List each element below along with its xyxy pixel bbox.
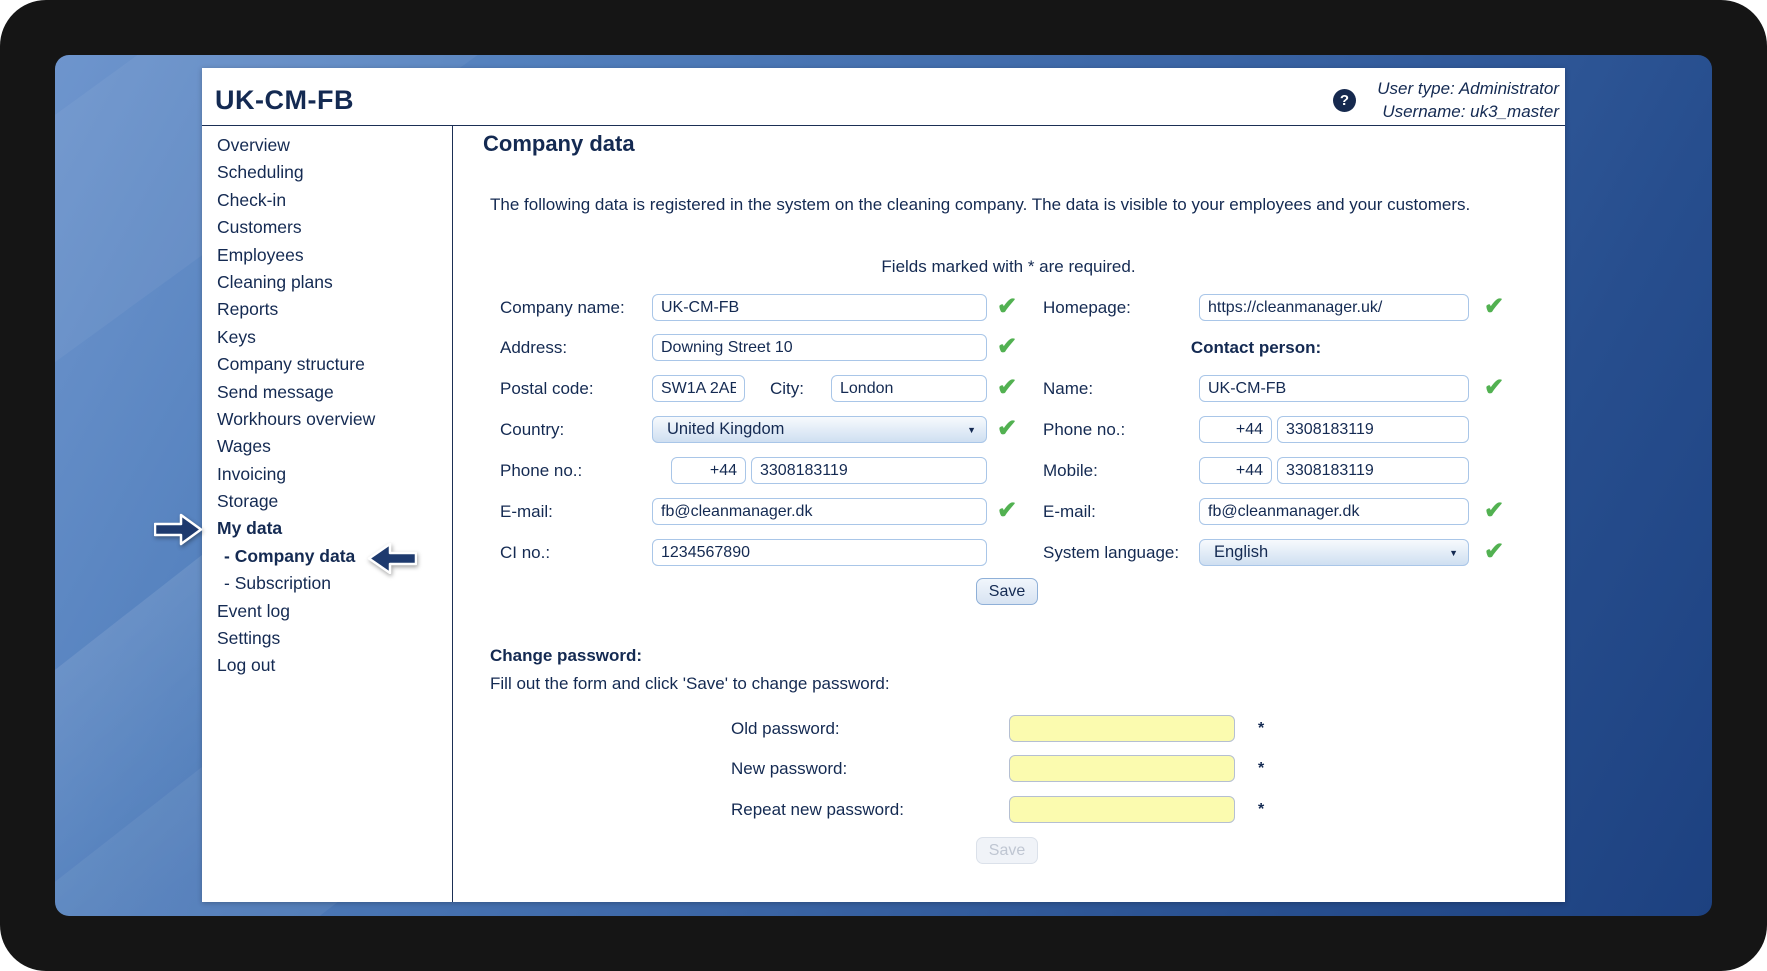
country-select-value: United Kingdom	[667, 420, 784, 439]
valid-check-icon: ✔	[1484, 373, 1504, 403]
form-row: Country: United Kingdom ▼ ✔ Phone no.:	[202, 416, 1565, 443]
address-input[interactable]	[652, 334, 987, 361]
required-asterisk: *	[1258, 796, 1264, 823]
valid-check-icon: ✔	[997, 496, 1017, 526]
contact-phone-input[interactable]	[1277, 416, 1469, 443]
phone-label: Phone no.:	[500, 457, 582, 484]
form-row: Postal code: City: ✔ Name: ✔	[202, 375, 1565, 402]
contact-email-label: E-mail:	[1043, 498, 1096, 525]
contact-phone-label: Phone no.:	[1043, 416, 1125, 443]
desktop-background: UK-CM-FB ? User type: Administrator User…	[55, 55, 1712, 916]
valid-check-icon: ✔	[997, 292, 1017, 322]
form-row: E-mail: ✔ E-mail: ✔	[202, 498, 1565, 525]
contact-mobile-prefix-input[interactable]	[1199, 457, 1272, 484]
email-label: E-mail:	[500, 498, 553, 525]
new-password-input[interactable]	[1009, 755, 1235, 782]
sidebar-item-subscription[interactable]: - Subscription	[217, 570, 447, 597]
user-type-text: User type: Administrator	[1377, 77, 1559, 100]
change-password-title: Change password:	[490, 646, 642, 666]
company-name-label: Company name:	[500, 294, 625, 321]
sidebar-item-event-log[interactable]: Event log	[217, 598, 447, 625]
app-title: UK-CM-FB	[215, 85, 354, 116]
contact-mobile-label: Mobile:	[1043, 457, 1098, 484]
phone-input[interactable]	[751, 457, 987, 484]
required-asterisk: *	[1258, 715, 1264, 742]
sidebar-item-customers[interactable]: Customers	[217, 214, 447, 241]
sidebar-item-employees[interactable]: Employees	[217, 242, 447, 269]
ci-no-input[interactable]	[652, 539, 987, 566]
username-text: Username: uk3_master	[1377, 100, 1559, 123]
valid-check-icon: ✔	[997, 414, 1017, 444]
valid-check-icon: ✔	[1484, 292, 1504, 322]
header-divider	[202, 125, 1565, 126]
form-row: Company name: ✔ Homepage: ✔	[202, 294, 1565, 321]
chevron-down-icon: ▼	[1449, 548, 1458, 558]
contact-name-label: Name:	[1043, 375, 1093, 402]
contact-phone-prefix-input[interactable]	[1199, 416, 1272, 443]
valid-check-icon: ✔	[1484, 496, 1504, 526]
password-row: Repeat new password: *	[202, 796, 1565, 823]
system-language-label: System language:	[1043, 539, 1179, 566]
password-save-button[interactable]: Save	[976, 837, 1038, 864]
system-language-select[interactable]: English ▼	[1199, 539, 1469, 566]
question-mark-glyph: ?	[1340, 92, 1349, 109]
new-password-label: New password:	[731, 755, 847, 782]
email-input[interactable]	[652, 498, 987, 525]
page-description: The following data is registered in the …	[490, 194, 1475, 217]
address-label: Address:	[500, 334, 567, 361]
country-label: Country:	[500, 416, 564, 443]
callout-arrow-right-icon	[154, 513, 203, 546]
sidebar-item-scheduling[interactable]: Scheduling	[217, 159, 447, 186]
postal-code-input[interactable]	[652, 375, 745, 402]
valid-check-icon: ✔	[997, 332, 1017, 362]
save-button[interactable]: Save	[976, 578, 1038, 605]
country-select[interactable]: United Kingdom ▼	[652, 416, 987, 443]
sidebar-item-check-in[interactable]: Check-in	[217, 187, 447, 214]
homepage-input[interactable]	[1199, 294, 1469, 321]
city-label: City:	[770, 375, 804, 402]
page-title: Company data	[483, 131, 635, 157]
company-name-input[interactable]	[652, 294, 987, 321]
required-asterisk: *	[1258, 755, 1264, 782]
old-password-input[interactable]	[1009, 715, 1235, 742]
sidebar-nav: Overview Scheduling Check-in Customers E…	[217, 132, 447, 680]
homepage-label: Homepage:	[1043, 294, 1131, 321]
app-window: UK-CM-FB ? User type: Administrator User…	[202, 68, 1565, 902]
postal-code-label: Postal code:	[500, 375, 594, 402]
old-password-label: Old password:	[731, 715, 840, 742]
help-icon[interactable]: ?	[1333, 89, 1356, 112]
phone-prefix-input[interactable]	[671, 457, 746, 484]
contact-person-heading: Contact person:	[1043, 334, 1469, 361]
form-row: Address: ✔ Contact person:	[202, 334, 1565, 361]
form-row: Phone no.: Mobile:	[202, 457, 1565, 484]
contact-mobile-input[interactable]	[1277, 457, 1469, 484]
chevron-down-icon: ▼	[967, 425, 976, 435]
sidebar-item-log-out[interactable]: Log out	[217, 652, 447, 679]
valid-check-icon: ✔	[1484, 537, 1504, 567]
contact-email-input[interactable]	[1199, 498, 1469, 525]
screenshot-frame: UK-CM-FB ? User type: Administrator User…	[0, 0, 1767, 971]
change-password-instruction: Fill out the form and click 'Save' to ch…	[490, 674, 890, 694]
callout-arrow-left-icon	[366, 543, 417, 574]
contact-name-input[interactable]	[1199, 375, 1469, 402]
ci-no-label: CI no.:	[500, 539, 550, 566]
sidebar-item-settings[interactable]: Settings	[217, 625, 447, 652]
sidebar-item-cleaning-plans[interactable]: Cleaning plans	[217, 269, 447, 296]
valid-check-icon: ✔	[997, 373, 1017, 403]
password-row: New password: *	[202, 755, 1565, 782]
user-info: User type: Administrator Username: uk3_m…	[1377, 77, 1559, 123]
repeat-password-input[interactable]	[1009, 796, 1235, 823]
system-language-select-value: English	[1214, 543, 1268, 562]
city-input[interactable]	[831, 375, 987, 402]
password-row: Old password: *	[202, 715, 1565, 742]
required-note: Fields marked with * are required.	[452, 257, 1565, 277]
repeat-password-label: Repeat new password:	[731, 796, 904, 823]
sidebar-item-overview[interactable]: Overview	[217, 132, 447, 159]
